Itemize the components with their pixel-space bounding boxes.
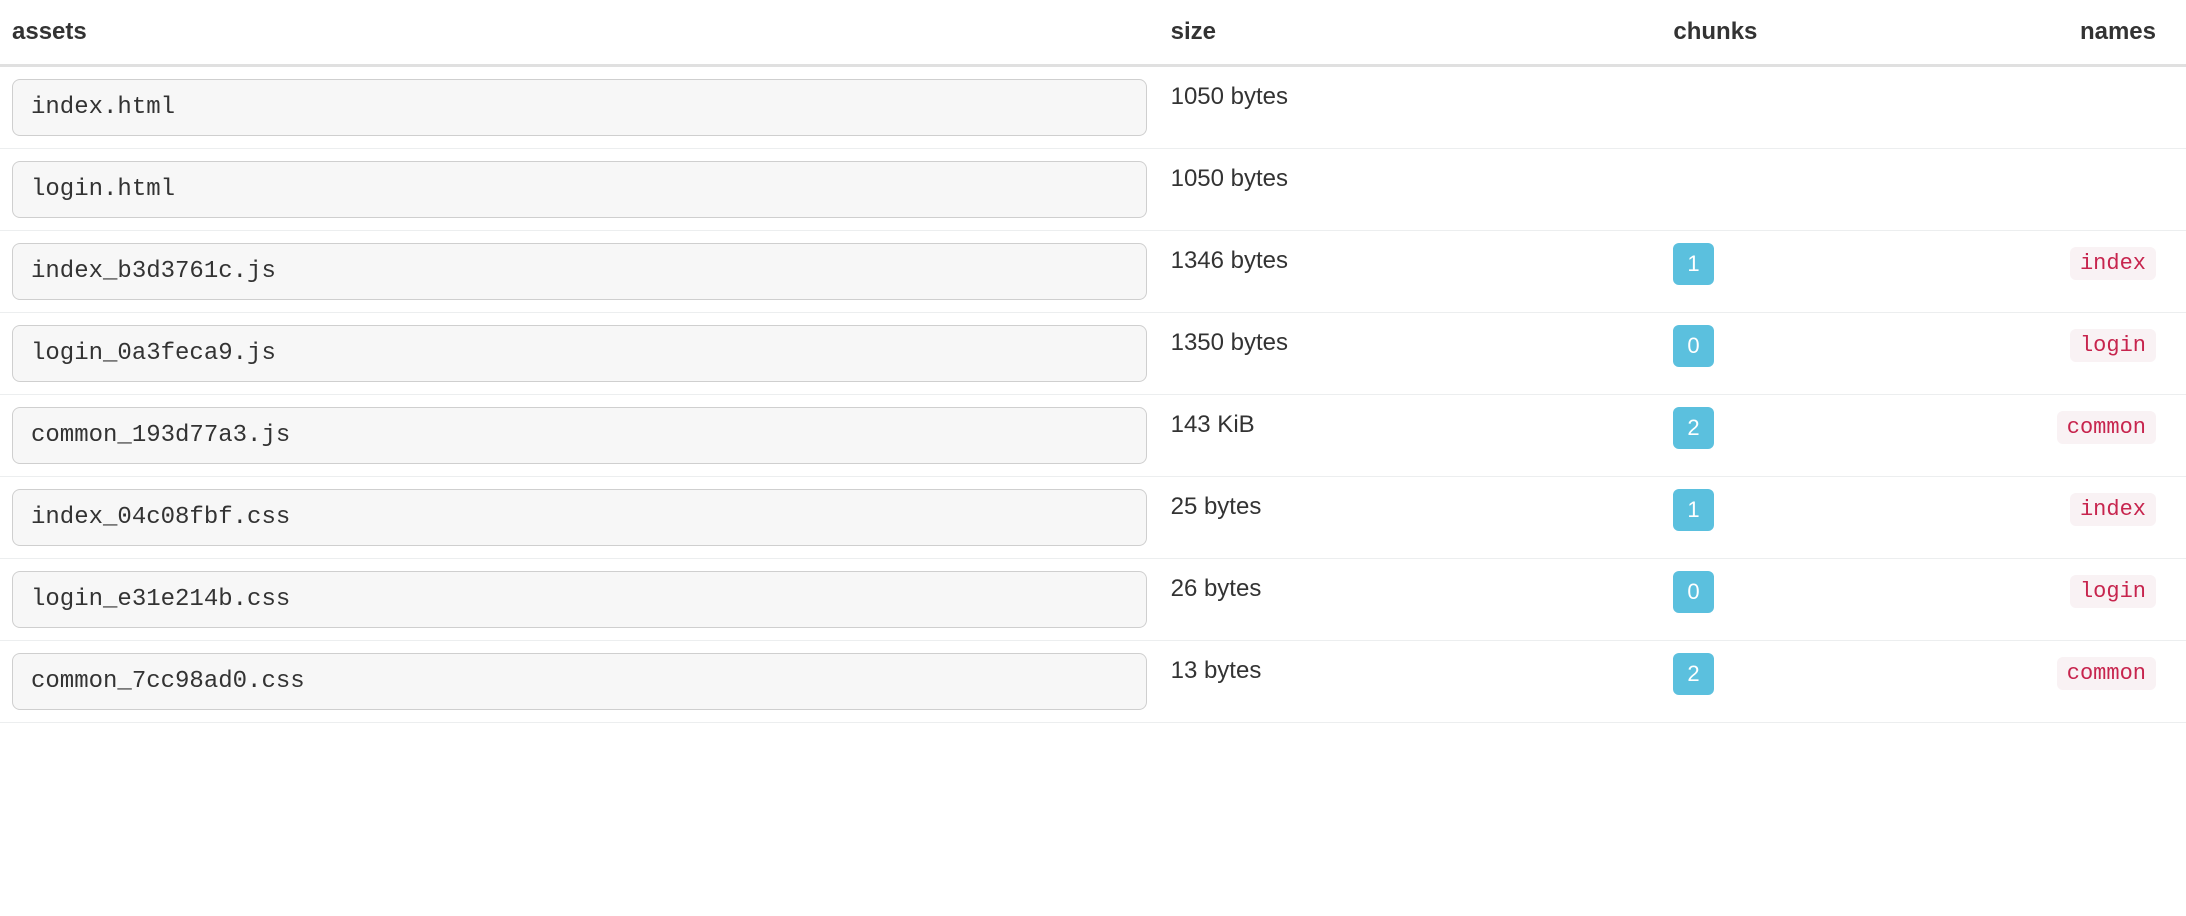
table-row: index.html1050 bytes <box>0 66 2186 149</box>
cell-name <box>1967 149 2186 231</box>
chunk-badge[interactable]: 1 <box>1673 489 1713 531</box>
cell-chunks: 0 <box>1661 313 1967 395</box>
cell-name: index <box>1967 231 2186 313</box>
chunk-badge[interactable]: 1 <box>1673 243 1713 285</box>
cell-chunks: 1 <box>1661 231 1967 313</box>
cell-asset: login_0a3feca9.js <box>0 313 1159 395</box>
cell-size: 26 bytes <box>1159 559 1662 641</box>
cell-asset: index.html <box>0 66 1159 149</box>
cell-chunks: 2 <box>1661 395 1967 477</box>
name-tag: login <box>2070 575 2156 608</box>
cell-asset: common_193d77a3.js <box>0 395 1159 477</box>
cell-asset: index_b3d3761c.js <box>0 231 1159 313</box>
cell-size: 143 KiB <box>1159 395 1662 477</box>
cell-asset: login_e31e214b.css <box>0 559 1159 641</box>
name-tag: login <box>2070 329 2156 362</box>
name-tag: index <box>2070 493 2156 526</box>
header-assets: assets <box>0 0 1159 66</box>
cell-name <box>1967 66 2186 149</box>
chunk-badge[interactable]: 0 <box>1673 325 1713 367</box>
cell-size: 25 bytes <box>1159 477 1662 559</box>
header-chunks: chunks <box>1661 0 1967 66</box>
cell-name: login <box>1967 313 2186 395</box>
chunk-badge[interactable]: 2 <box>1673 407 1713 449</box>
table-row: index_b3d3761c.js1346 bytes 1 index <box>0 231 2186 313</box>
cell-name: login <box>1967 559 2186 641</box>
cell-name: index <box>1967 477 2186 559</box>
table-row: login_0a3feca9.js1350 bytes 0 login <box>0 313 2186 395</box>
name-tag: common <box>2057 657 2156 690</box>
cell-size: 13 bytes <box>1159 641 1662 723</box>
header-names: names <box>1967 0 2186 66</box>
cell-asset: index_04c08fbf.css <box>0 477 1159 559</box>
chunk-badge[interactable]: 0 <box>1673 571 1713 613</box>
cell-size: 1050 bytes <box>1159 66 1662 149</box>
asset-filename: login_e31e214b.css <box>12 571 1147 628</box>
asset-filename: login.html <box>12 161 1147 218</box>
cell-size: 1350 bytes <box>1159 313 1662 395</box>
asset-filename: login_0a3feca9.js <box>12 325 1147 382</box>
table-header-row: assets size chunks names <box>0 0 2186 66</box>
header-size: size <box>1159 0 1662 66</box>
table-row: login_e31e214b.css26 bytes 0 login <box>0 559 2186 641</box>
cell-asset: common_7cc98ad0.css <box>0 641 1159 723</box>
cell-name: common <box>1967 395 2186 477</box>
table-row: login.html1050 bytes <box>0 149 2186 231</box>
cell-chunks: 2 <box>1661 641 1967 723</box>
cell-asset: login.html <box>0 149 1159 231</box>
asset-filename: common_193d77a3.js <box>12 407 1147 464</box>
table-row: common_193d77a3.js143 KiB 2 common <box>0 395 2186 477</box>
cell-chunks: 1 <box>1661 477 1967 559</box>
chunk-badge[interactable]: 2 <box>1673 653 1713 695</box>
table-row: index_04c08fbf.css25 bytes 1 index <box>0 477 2186 559</box>
name-tag: index <box>2070 247 2156 280</box>
cell-size: 1346 bytes <box>1159 231 1662 313</box>
cell-chunks: 0 <box>1661 559 1967 641</box>
assets-table: assets size chunks names index.html1050 … <box>0 0 2186 723</box>
cell-size: 1050 bytes <box>1159 149 1662 231</box>
asset-filename: common_7cc98ad0.css <box>12 653 1147 710</box>
cell-name: common <box>1967 641 2186 723</box>
name-tag: common <box>2057 411 2156 444</box>
asset-filename: index_04c08fbf.css <box>12 489 1147 546</box>
cell-chunks <box>1661 66 1967 149</box>
asset-filename: index_b3d3761c.js <box>12 243 1147 300</box>
asset-filename: index.html <box>12 79 1147 136</box>
table-row: common_7cc98ad0.css13 bytes 2 common <box>0 641 2186 723</box>
cell-chunks <box>1661 149 1967 231</box>
